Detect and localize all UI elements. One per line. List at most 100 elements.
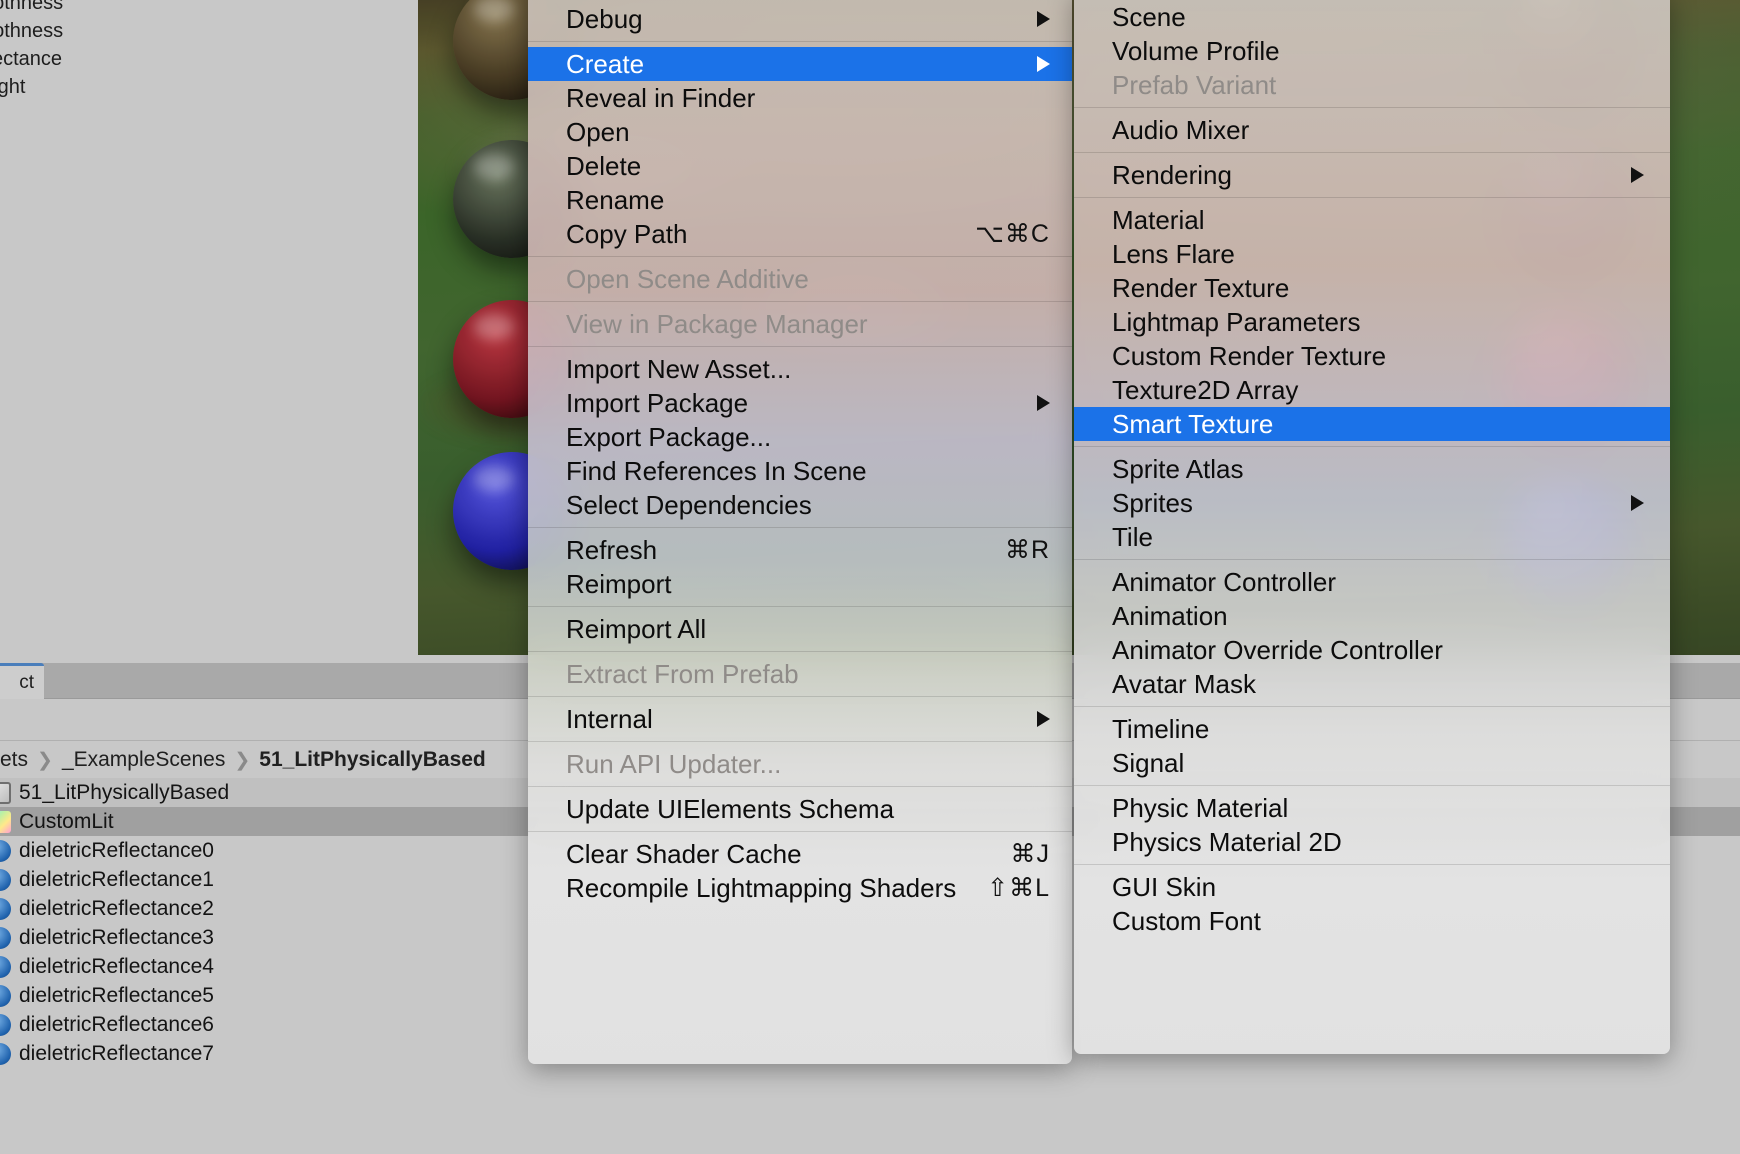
inspector-label: Light <box>0 76 26 98</box>
create-item-physic-material[interactable]: Physic Material <box>1074 791 1670 825</box>
menu-item-label: Select Dependencies <box>566 489 812 520</box>
create-item-gui-skin[interactable]: GUI Skin <box>1074 870 1670 904</box>
submenu-arrow-icon <box>1631 167 1644 183</box>
submenu-arrow-icon <box>1037 711 1050 727</box>
menu-item-label: Delete <box>566 150 642 181</box>
menu-item-label: Custom Render Texture <box>1112 340 1387 371</box>
menu-separator <box>528 786 1072 787</box>
create-item-volume-profile[interactable]: Volume Profile <box>1074 34 1670 68</box>
inspector-label: oothness <box>0 20 64 42</box>
menu-separator <box>1074 785 1670 786</box>
menu-item-label: Lightmap Parameters <box>1112 306 1361 337</box>
create-item-lightmap-parameters[interactable]: Lightmap Parameters <box>1074 305 1670 339</box>
menu-item-label: Run API Updater... <box>566 748 782 779</box>
menu-item-create[interactable]: Create <box>528 47 1072 81</box>
create-item-avatar-mask[interactable]: Avatar Mask <box>1074 667 1670 701</box>
inspector-panel: oothness oothness flectance Light <box>0 0 418 655</box>
inspector-label: flectance <box>0 48 63 70</box>
menu-item-label: Sprite Atlas <box>1112 453 1244 484</box>
menu-item-rename[interactable]: Rename <box>528 183 1072 217</box>
menu-item-reimport-all[interactable]: Reimport All <box>528 612 1072 646</box>
asset-context-menu[interactable]: Debug Create Reveal in Finder Open Delete Ren… <box>528 0 1072 1064</box>
submenu-arrow-icon <box>1631 495 1644 511</box>
create-item-lens-flare[interactable]: Lens Flare <box>1074 237 1670 271</box>
menu-item-label: Physic Material <box>1112 792 1289 823</box>
menu-separator <box>1074 864 1670 865</box>
create-item-audio-mixer[interactable]: Audio Mixer <box>1074 113 1670 147</box>
menu-item-label: Signal <box>1112 747 1185 778</box>
menu-item-reveal-in-finder[interactable]: Reveal in Finder <box>528 81 1072 115</box>
menu-separator <box>1074 559 1670 560</box>
menu-separator <box>1074 107 1670 108</box>
menu-item-label: Debug <box>566 3 643 34</box>
create-item-rendering[interactable]: Rendering <box>1074 158 1670 192</box>
menu-item-label: Custom Font <box>1112 905 1261 936</box>
create-item-sprite-atlas[interactable]: Sprite Atlas <box>1074 452 1670 486</box>
menu-item-delete[interactable]: Delete <box>528 149 1072 183</box>
create-item-signal[interactable]: Signal <box>1074 746 1670 780</box>
menu-item-label: Import New Asset... <box>566 353 792 384</box>
create-item-custom-render-texture[interactable]: Custom Render Texture <box>1074 339 1670 373</box>
menu-separator <box>528 527 1072 528</box>
create-item-texture2d-array[interactable]: Texture2D Array <box>1074 373 1670 407</box>
menu-item-label: View in Package Manager <box>566 308 868 339</box>
create-item-animation[interactable]: Animation <box>1074 599 1670 633</box>
menu-item-find-references-in-scene[interactable]: Find References In Scene <box>528 454 1072 488</box>
create-item-tile[interactable]: Tile <box>1074 520 1670 554</box>
create-item-render-texture[interactable]: Render Texture <box>1074 271 1670 305</box>
menu-separator <box>1074 197 1670 198</box>
menu-item-refresh[interactable]: Refresh ⌘R <box>528 533 1072 567</box>
menu-item-label: Texture2D Array <box>1112 374 1299 405</box>
create-item-animator-override-controller[interactable]: Animator Override Controller <box>1074 633 1670 667</box>
menu-item-label: Recompile Lightmapping Shaders <box>566 872 957 903</box>
create-item-custom-font[interactable]: Custom Font <box>1074 904 1670 938</box>
material-icon <box>0 897 11 920</box>
create-submenu[interactable]: Scene Volume Profile Prefab Variant Audio M… <box>1074 0 1670 1054</box>
menu-item-clear-shader-cache[interactable]: Clear Shader Cache ⌘J <box>528 837 1072 871</box>
menu-item-import-package[interactable]: Import Package <box>528 386 1072 420</box>
menu-item-label: Audio Mixer <box>1112 114 1250 145</box>
menu-separator <box>528 741 1072 742</box>
menu-item-label: Smart Texture <box>1112 408 1274 439</box>
menu-item-update-uielements-schema[interactable]: Update UIElements Schema <box>528 792 1072 826</box>
menu-item-reimport[interactable]: Reimport <box>528 567 1072 601</box>
material-icon <box>0 955 11 978</box>
menu-item-label: GUI Skin <box>1112 871 1217 902</box>
tab-project[interactable]: ct <box>0 663 44 699</box>
shader-icon <box>0 810 11 833</box>
create-item-physics-material-2d[interactable]: Physics Material 2D <box>1074 825 1670 859</box>
create-item-sprites[interactable]: Sprites <box>1074 486 1670 520</box>
menu-item-label: Tile <box>1112 521 1153 552</box>
menu-item-export-package[interactable]: Export Package... <box>528 420 1072 454</box>
scene-icon <box>0 781 11 804</box>
asset-name: dieletricReflectance2 <box>19 896 214 920</box>
material-icon <box>0 839 11 862</box>
breadcrumb-item-examplescenes[interactable]: _ExampleScenes <box>62 748 225 772</box>
menu-item-label: Clear Shader Cache <box>566 838 802 869</box>
breadcrumb-item-current[interactable]: 51_LitPhysicallyBased <box>259 748 485 772</box>
menu-item-label: Animation <box>1112 600 1228 631</box>
breadcrumb-item-assets[interactable]: ets <box>0 748 28 772</box>
menu-item-label: Render Texture <box>1112 272 1290 303</box>
menu-item-select-dependencies[interactable]: Select Dependencies <box>528 488 1072 522</box>
create-item-animator-controller[interactable]: Animator Controller <box>1074 565 1670 599</box>
create-item-timeline[interactable]: Timeline <box>1074 712 1670 746</box>
menu-item-import-new-asset[interactable]: Import New Asset... <box>528 352 1072 386</box>
menu-item-recompile-lightmapping-shaders[interactable]: Recompile Lightmapping Shaders ⇧⌘L <box>528 871 1072 905</box>
submenu-arrow-icon <box>1037 11 1050 27</box>
menu-item-view-in-package-manager: View in Package Manager <box>528 307 1072 341</box>
submenu-arrow-icon <box>1037 395 1050 411</box>
menu-item-run-api-updater: Run API Updater... <box>528 747 1072 781</box>
menu-item-label: Extract From Prefab <box>566 658 799 689</box>
create-item-material[interactable]: Material <box>1074 203 1670 237</box>
create-item-smart-texture[interactable]: Smart Texture <box>1074 407 1670 441</box>
menu-item-debug[interactable]: Debug <box>528 2 1072 36</box>
create-item-scene[interactable]: Scene <box>1074 0 1670 34</box>
menu-item-internal[interactable]: Internal <box>528 702 1072 736</box>
menu-item-label: Animator Controller <box>1112 566 1336 597</box>
menu-item-shortcut: ⌘J <box>1010 840 1050 868</box>
menu-item-copy-path[interactable]: Copy Path ⌥⌘C <box>528 217 1072 251</box>
material-icon <box>0 1013 11 1036</box>
menu-item-label: Lens Flare <box>1112 238 1235 269</box>
menu-item-open[interactable]: Open <box>528 115 1072 149</box>
